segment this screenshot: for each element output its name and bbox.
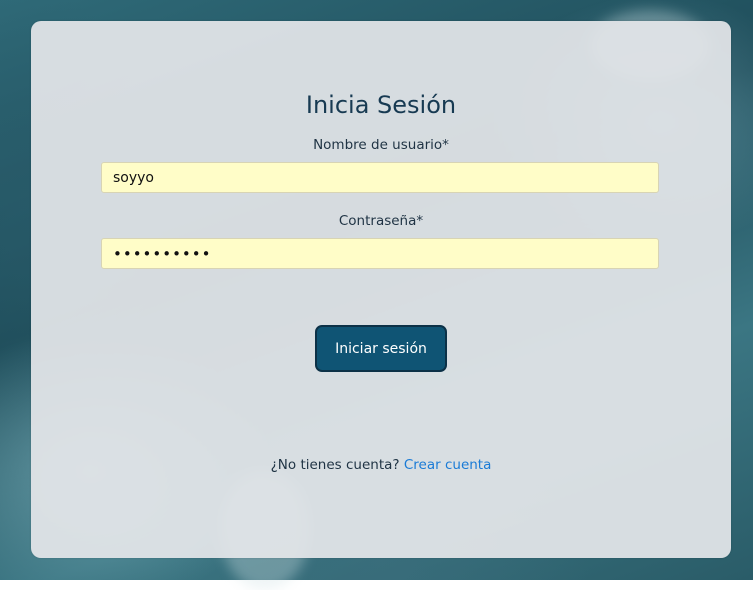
login-button[interactable]: Iniciar sesión	[315, 325, 447, 372]
password-label: Contraseña*	[338, 213, 424, 229]
username-input[interactable]	[101, 162, 659, 193]
signup-prompt: ¿No tienes cuenta?	[270, 457, 400, 473]
login-card: Inicia Sesión Nombre de usuario* Contras…	[31, 21, 731, 558]
create-account-link[interactable]: Crear cuenta	[404, 457, 492, 473]
signup-row: ¿No tienes cuenta? Crear cuenta	[31, 457, 731, 473]
password-input[interactable]	[101, 238, 659, 269]
login-title: Inicia Sesión	[305, 91, 457, 119]
username-label: Nombre de usuario*	[313, 137, 449, 153]
